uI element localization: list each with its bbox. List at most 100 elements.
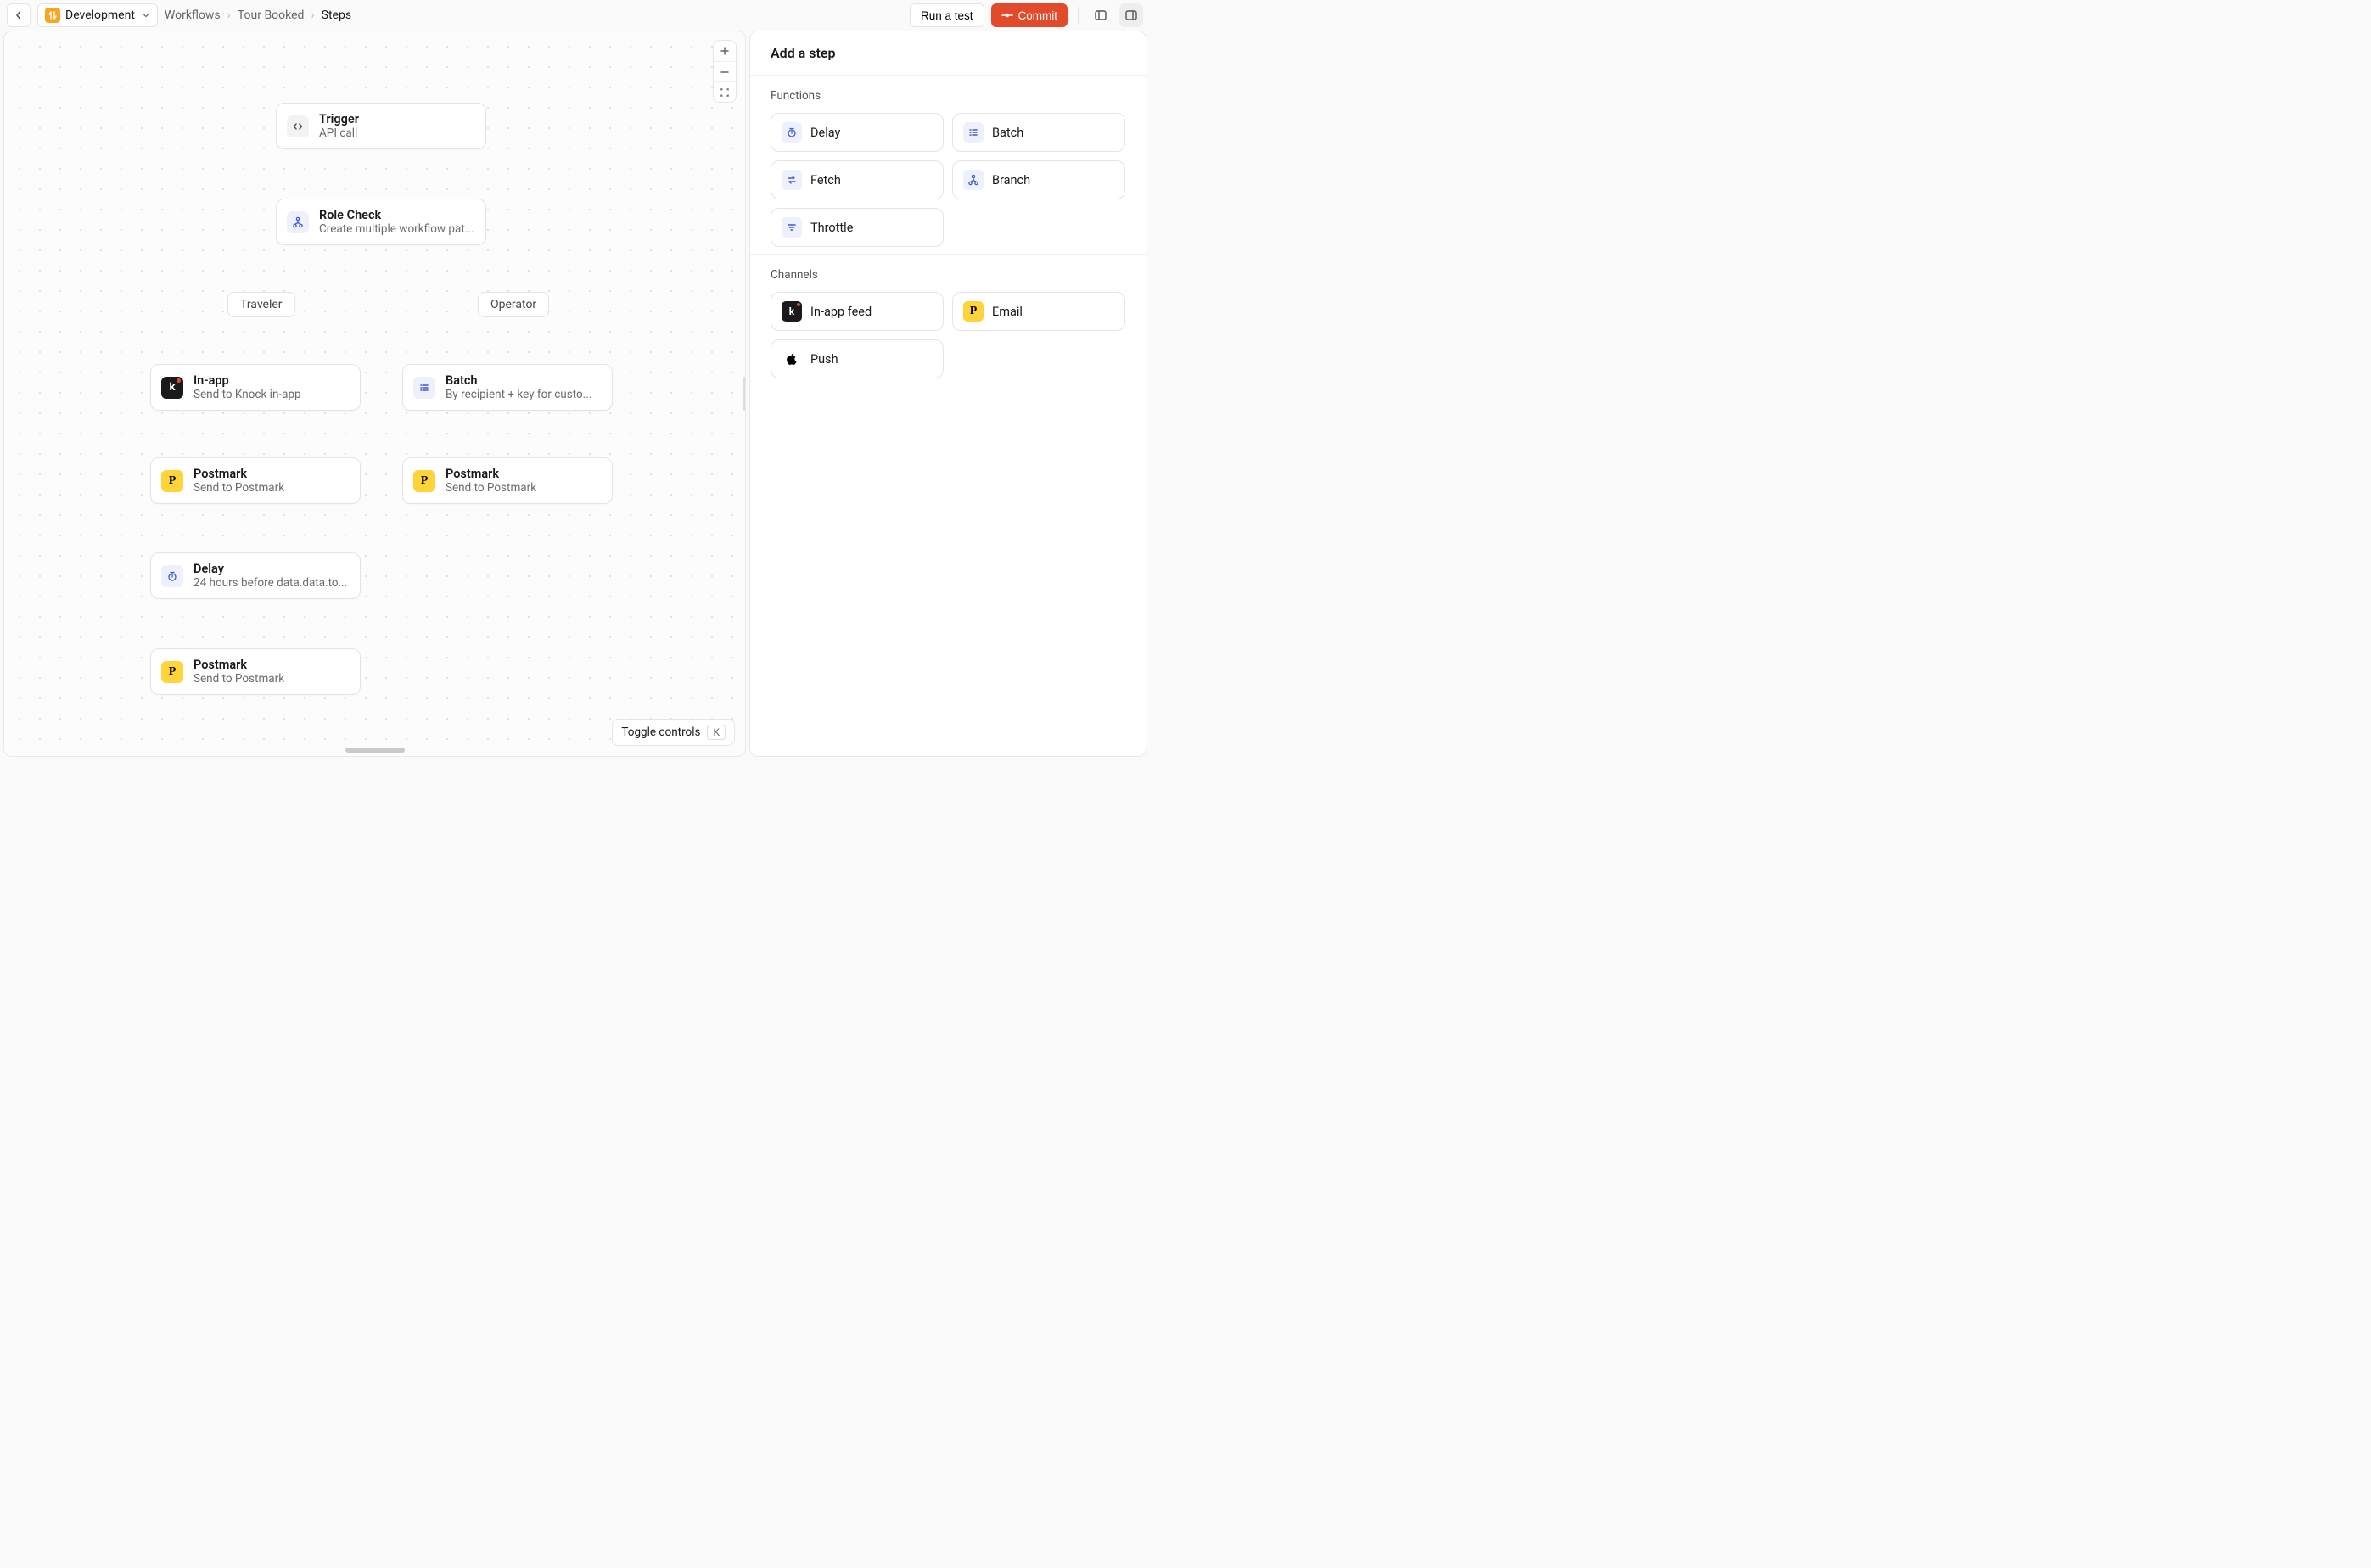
keyboard-shortcut: K xyxy=(707,725,726,740)
run-test-button[interactable]: Run a test xyxy=(910,3,984,27)
node-subtitle: 24 hours before data.data.to... xyxy=(193,576,347,590)
chevron-right-icon: › xyxy=(311,8,314,22)
function-label: Batch xyxy=(992,126,1023,140)
node-title: Delay xyxy=(193,562,347,576)
panel-left-toggle[interactable] xyxy=(1089,3,1113,27)
channel-label: In-app feed xyxy=(810,305,872,319)
channel-label: Email xyxy=(992,305,1023,319)
channel-email[interactable]: P Email xyxy=(952,292,1125,331)
apple-icon xyxy=(782,349,802,369)
node-postmark-l1[interactable]: P Postmark Send to Postmark xyxy=(150,457,361,504)
node-subtitle: Send to Postmark xyxy=(193,672,284,686)
node-role-check[interactable]: Role Check Create multiple workflow pat.… xyxy=(276,199,486,245)
environment-selector[interactable]: Development xyxy=(37,3,158,27)
chevron-right-icon: › xyxy=(227,8,231,22)
list-icon xyxy=(413,377,435,399)
branch-icon xyxy=(287,211,309,233)
breadcrumb-workflow-name[interactable]: Tour Booked xyxy=(238,8,305,22)
breadcrumb-workflows[interactable]: Workflows xyxy=(165,8,221,22)
toggle-controls-button[interactable]: Toggle controls K xyxy=(612,719,735,746)
branch-icon xyxy=(963,170,984,190)
chevron-left-icon xyxy=(14,10,24,20)
sidebar-title: Add a step xyxy=(750,31,1146,76)
timer-icon xyxy=(161,565,183,587)
breadcrumb: Workflows › Tour Booked › Steps xyxy=(165,8,351,22)
postmark-icon: P xyxy=(161,661,183,683)
minus-icon xyxy=(720,67,730,77)
function-label: Branch xyxy=(992,173,1030,188)
function-label: Delay xyxy=(810,126,840,140)
postmark-icon: P xyxy=(413,470,435,492)
node-postmark-l2[interactable]: P Postmark Send to Postmark xyxy=(150,648,361,695)
node-subtitle: Send to Postmark xyxy=(446,481,536,495)
branch-label-traveler[interactable]: Traveler xyxy=(227,292,295,317)
node-title: Postmark xyxy=(446,467,536,481)
commit-icon xyxy=(1001,9,1013,21)
node-subtitle: Send to Knock in-app xyxy=(193,388,301,401)
panel-right-icon xyxy=(1124,8,1138,22)
functions-section: Functions Delay Batch xyxy=(750,76,1146,254)
commit-button[interactable]: Commit xyxy=(991,3,1068,27)
function-branch[interactable]: Branch xyxy=(952,160,1125,199)
horizontal-scrollbar[interactable] xyxy=(345,748,405,753)
environment-icon xyxy=(45,8,60,23)
environment-label: Development xyxy=(65,8,135,22)
node-title: Role Check xyxy=(319,208,474,222)
panel-right-toggle[interactable] xyxy=(1119,3,1143,27)
postmark-icon: P xyxy=(161,470,183,492)
node-in-app[interactable]: k In-app Send to Knock in-app xyxy=(150,364,361,411)
add-step-sidebar: Add a step Functions Delay Batch xyxy=(749,31,1146,757)
back-button[interactable] xyxy=(7,3,31,27)
toggle-controls-label: Toggle controls xyxy=(621,725,700,739)
panel-left-icon xyxy=(1094,8,1107,22)
node-postmark-r1[interactable]: P Postmark Send to Postmark xyxy=(402,457,613,504)
function-label: Fetch xyxy=(810,173,841,188)
function-throttle[interactable]: Throttle xyxy=(771,208,944,247)
function-label: Throttle xyxy=(810,221,853,235)
code-icon xyxy=(287,115,309,137)
expand-icon xyxy=(720,87,730,98)
chevron-down-icon xyxy=(142,11,150,20)
node-subtitle: By recipient + key for custo... xyxy=(446,388,591,401)
node-trigger[interactable]: Trigger API call xyxy=(276,103,486,149)
channels-section: Channels k In-app feed P Email Push xyxy=(750,254,1146,385)
function-batch[interactable]: Batch xyxy=(952,113,1125,152)
knock-icon: k xyxy=(161,377,183,399)
timer-icon xyxy=(782,122,802,143)
zoom-out-button[interactable] xyxy=(714,61,736,81)
plus-icon xyxy=(720,46,730,56)
main: Trigger API call Role Check Create multi… xyxy=(0,31,1150,760)
node-delay[interactable]: Delay 24 hours before data.data.to... xyxy=(150,552,361,599)
workflow-canvas[interactable]: Trigger API call Role Check Create multi… xyxy=(3,31,746,757)
node-batch[interactable]: Batch By recipient + key for custo... xyxy=(402,364,613,411)
breadcrumb-steps[interactable]: Steps xyxy=(322,8,351,22)
canvas-nodes: Trigger API call Role Check Create multi… xyxy=(4,31,745,756)
list-icon xyxy=(963,122,984,143)
postmark-icon: P xyxy=(963,301,984,322)
node-title: Batch xyxy=(446,373,591,388)
fullscreen-button[interactable] xyxy=(714,81,736,102)
branch-label-operator[interactable]: Operator xyxy=(478,292,549,317)
channel-in-app-feed[interactable]: k In-app feed xyxy=(771,292,944,331)
node-title: Trigger xyxy=(319,112,359,126)
knock-icon: k xyxy=(782,301,802,322)
node-subtitle: Create multiple workflow pat... xyxy=(319,222,474,236)
header-bar: Development Workflows › Tour Booked › St… xyxy=(0,0,1150,31)
function-delay[interactable]: Delay xyxy=(771,113,944,152)
zoom-in-button[interactable] xyxy=(714,41,736,61)
branch-label-text: Traveler xyxy=(240,298,283,311)
node-subtitle: API call xyxy=(319,126,359,140)
swap-icon xyxy=(782,170,802,190)
run-test-label: Run a test xyxy=(921,9,973,22)
commit-label: Commit xyxy=(1018,9,1058,22)
divider xyxy=(1078,7,1079,24)
functions-label: Functions xyxy=(771,89,1125,103)
channel-push[interactable]: Push xyxy=(771,339,944,378)
zoom-controls xyxy=(713,40,737,103)
function-fetch[interactable]: Fetch xyxy=(771,160,944,199)
node-title: In-app xyxy=(193,373,301,388)
node-title: Postmark xyxy=(193,658,284,672)
channel-label: Push xyxy=(810,352,838,367)
filter-icon xyxy=(782,217,802,238)
node-subtitle: Send to Postmark xyxy=(193,481,284,495)
